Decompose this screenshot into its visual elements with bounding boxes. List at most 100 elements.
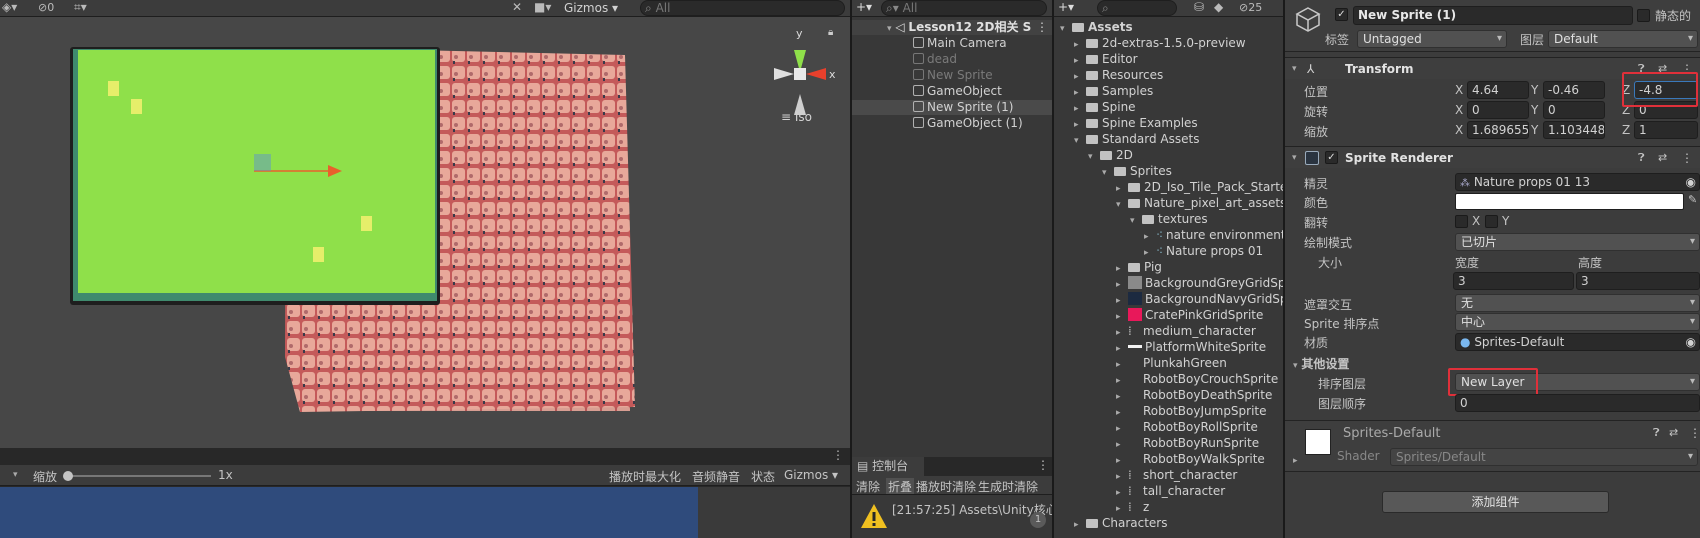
axis-label[interactable]: X	[1455, 123, 1463, 137]
project-search-input[interactable]: ⌕	[1097, 0, 1177, 16]
caret-right-icon[interactable]: ▸	[1116, 502, 1128, 517]
sprite-renderer-enabled-checkbox[interactable]: ✓	[1325, 151, 1338, 164]
rotation-x-field[interactable]: 0	[1467, 101, 1529, 119]
orientation-gizmo[interactable]: y x	[774, 27, 836, 115]
help-icon[interactable]: ❓︎	[1638, 147, 1645, 169]
project-item[interactable]: ▸ ⁖ nature environment	[1054, 228, 1283, 243]
project-item[interactable]: ▸ ⁞ tall_character	[1054, 484, 1283, 499]
caret-right-icon[interactable]: ▸	[1116, 182, 1128, 197]
hierarchy-item[interactable]: GameObject (1)	[852, 116, 1052, 131]
width-field[interactable]: 3	[1453, 272, 1574, 290]
component-menu-icon[interactable]: ⋮	[1681, 147, 1693, 169]
position-x-field[interactable]: 4.64	[1467, 81, 1529, 99]
tag-dropdown[interactable]: Untagged	[1357, 30, 1507, 48]
scale-slider-handle[interactable]	[63, 471, 73, 481]
project-item[interactable]: ▾ Assets	[1054, 20, 1283, 35]
hierarchy-item[interactable]: New Sprite	[852, 68, 1052, 83]
project-item[interactable]: ▸ 2d-extras-1.5.0-preview	[1054, 36, 1283, 51]
sort-point-dropdown[interactable]: 中心	[1455, 313, 1700, 331]
add-component-button[interactable]: 添加组件	[1382, 491, 1609, 513]
caret-down-icon[interactable]: ▾	[1074, 134, 1086, 149]
object-name-field[interactable]: New Sprite (1)	[1353, 6, 1633, 25]
project-item[interactable]: ▸ RobotBoyDeathSprite	[1054, 388, 1283, 403]
project-item[interactable]: ▸ BackgroundGreyGridSp	[1054, 276, 1283, 291]
scene-gizmos-dropdown[interactable]: Gizmos ▾	[564, 1, 618, 15]
project-item[interactable]: ▾ Standard Assets	[1054, 132, 1283, 147]
project-item[interactable]: ▸ ⁖ Nature props 01	[1054, 244, 1283, 259]
console-button[interactable]: 播放时清除	[916, 478, 976, 494]
hierarchy-scene-row[interactable]: ▾ ◁ Lesson12 2D相关 S ⋮	[852, 20, 1052, 35]
caret-down-icon[interactable]: ▾	[1060, 22, 1072, 37]
caret-right-icon[interactable]: ▸	[1144, 230, 1156, 245]
axis-label[interactable]: Y	[1531, 83, 1538, 97]
component-menu-icon[interactable]: ⋮	[1689, 426, 1700, 440]
caret-right-icon[interactable]: ▸	[1074, 54, 1086, 69]
axis-label[interactable]: Y	[1531, 123, 1538, 137]
preset-icon[interactable]: ⇄	[1658, 147, 1667, 169]
project-item[interactable]: ▾ 2D	[1054, 148, 1283, 163]
caret-right-icon[interactable]: ▸	[1116, 326, 1128, 341]
caret-right-icon[interactable]: ▸	[1074, 518, 1086, 533]
project-item[interactable]: ▸ RobotBoyRollSprite	[1054, 420, 1283, 435]
caret-right-icon[interactable]: ▸	[1116, 454, 1128, 469]
shader-dropdown[interactable]: Sprites/Default	[1390, 448, 1698, 466]
caret-right-icon[interactable]: ▸	[1074, 70, 1086, 85]
caret-right-icon[interactable]: ▸	[1074, 38, 1086, 53]
project-add-button[interactable]: +▾	[1058, 0, 1074, 14]
caret-down-icon[interactable]: ▾	[1116, 198, 1128, 213]
caret-right-icon[interactable]: ▸	[1116, 438, 1128, 453]
stats-toggle[interactable]: 状态	[751, 468, 775, 485]
console-button[interactable]: 生成时清除	[978, 478, 1038, 494]
project-item[interactable]: ▸ Spine	[1054, 100, 1283, 115]
project-item[interactable]: ▾ Nature_pixel_art_assets	[1054, 196, 1283, 211]
color-swatch[interactable]	[1455, 193, 1684, 210]
project-item[interactable]: ▾ textures	[1054, 212, 1283, 227]
project-item[interactable]: ▸ RobotBoyCrouchSprite	[1054, 372, 1283, 387]
hidden-packages-toggle[interactable]: ⊘25	[1239, 1, 1262, 14]
layers-icon[interactable]: ◈▾	[2, 0, 17, 14]
project-item[interactable]: ▸ 2D_Iso_Tile_Pack_Starter	[1054, 180, 1283, 195]
project-item[interactable]: ▸ RobotBoyWalkSprite	[1054, 452, 1283, 467]
hierarchy-add-button[interactable]: +▾	[856, 0, 872, 14]
iso-toggle[interactable]: ≡ Iso	[781, 110, 812, 124]
caret-right-icon[interactable]: ▸	[1074, 86, 1086, 101]
caret-right-icon[interactable]: ▸	[1144, 246, 1156, 261]
help-icon[interactable]: ❓︎	[1653, 426, 1660, 440]
project-item[interactable]: ▸ CratePinkGridSprite	[1054, 308, 1283, 323]
scale-y-field[interactable]: 1.103448	[1543, 121, 1605, 139]
console-button[interactable]: 清除	[856, 478, 880, 494]
preset-icon[interactable]: ⇄	[1669, 426, 1678, 439]
scale-z-field[interactable]: 1	[1634, 121, 1698, 139]
grid-icon[interactable]: ⌗▾	[74, 0, 87, 15]
caret-right-icon[interactable]: ▸	[1074, 118, 1086, 133]
transform-caret-icon[interactable]: ▾	[1292, 58, 1297, 80]
hierarchy-item[interactable]: dead	[852, 52, 1052, 67]
caret-right-icon[interactable]: ▸	[1074, 102, 1086, 117]
hierarchy-item[interactable]: GameObject	[852, 84, 1052, 99]
scale-x-field[interactable]: 1.689655	[1467, 121, 1529, 139]
caret-right-icon[interactable]: ▸	[1116, 358, 1128, 373]
hierarchy-search-input[interactable]: ⌕▾ All	[881, 0, 1047, 16]
project-item[interactable]: ▸ RobotBoyRunSprite	[1054, 436, 1283, 451]
project-item[interactable]: ▸ PlatformWhiteSprite	[1054, 340, 1283, 355]
sprite-field[interactable]: ⁂ Nature props 01 13 ◉	[1455, 173, 1700, 191]
caret-down-icon[interactable]: ▾	[1102, 166, 1114, 181]
caret-right-icon[interactable]: ▸	[1116, 310, 1128, 325]
hierarchy-item[interactable]: New Sprite (1)	[852, 100, 1052, 115]
caret-right-icon[interactable]: ▸	[1116, 470, 1128, 485]
project-item[interactable]: ▸ ⁞ short_character	[1054, 468, 1283, 483]
caret-right-icon[interactable]: ▸	[1116, 486, 1128, 501]
project-item[interactable]: ▸ Pig	[1054, 260, 1283, 275]
draw-mode-dropdown[interactable]: 已切片	[1455, 233, 1700, 251]
scale-slider[interactable]	[63, 471, 211, 481]
game-gizmos-dropdown[interactable]: Gizmos ▾	[784, 468, 838, 482]
axis-label[interactable]: X	[1455, 83, 1463, 97]
object-picker-icon[interactable]: ◉	[1686, 174, 1696, 190]
filter-type-icon[interactable]: ⛁	[1194, 0, 1204, 14]
project-item[interactable]: ▸ Resources	[1054, 68, 1283, 83]
project-item[interactable]: ▸ ⁞ medium_character	[1054, 324, 1283, 339]
project-item[interactable]: ▸ BackgroundNavyGridSp	[1054, 292, 1283, 307]
caret-right-icon[interactable]: ▸	[1116, 342, 1128, 357]
flip-x-checkbox[interactable]	[1455, 215, 1468, 228]
axis-label[interactable]: Y	[1531, 103, 1538, 117]
